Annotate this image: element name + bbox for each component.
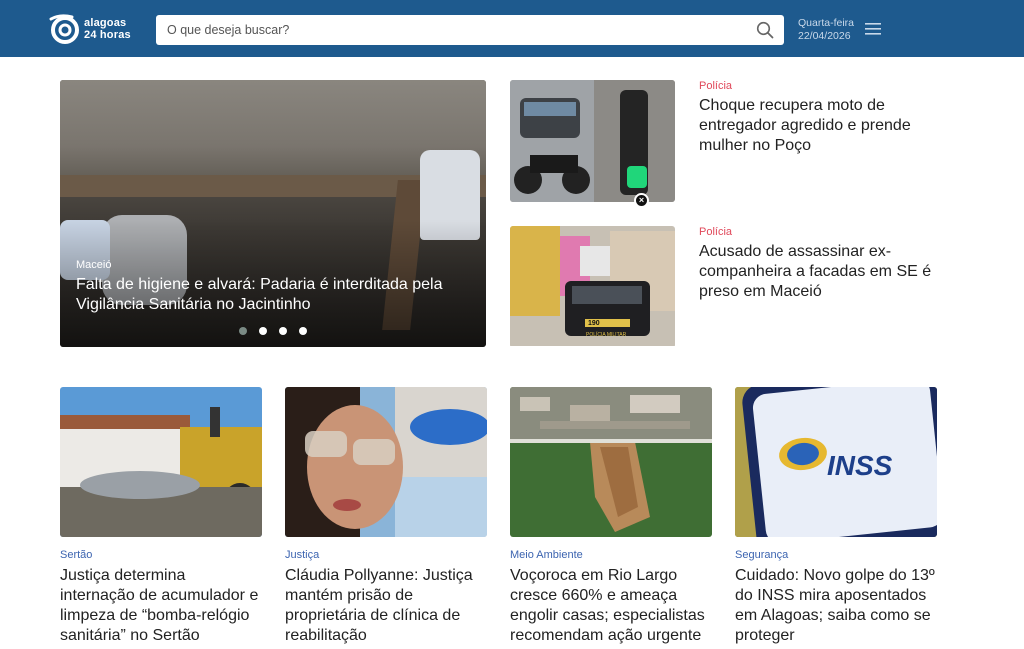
news-card-image[interactable] — [60, 387, 262, 537]
search-bar — [156, 15, 784, 45]
carousel-dot-4[interactable] — [299, 327, 307, 335]
news-card-image[interactable] — [510, 387, 712, 537]
news-card-category[interactable]: Segurança — [735, 549, 937, 561]
hero-category[interactable]: Maceió — [76, 259, 111, 271]
side-news-image[interactable] — [510, 80, 675, 202]
side-news-item[interactable]: 190 POLÍCIA MILITAR Polícia Acusado de a… — [510, 226, 940, 348]
side-news-category[interactable]: Polícia — [699, 80, 732, 92]
logo-line-1: alagoas — [84, 17, 127, 29]
police-car-label: POLÍCIA MILITAR — [586, 331, 627, 338]
carousel-dot-3[interactable] — [279, 327, 287, 335]
inss-logo-text: INSS — [827, 450, 893, 481]
news-card-category[interactable]: Justiça — [285, 549, 487, 561]
search-input[interactable] — [156, 15, 746, 45]
hamburger-menu-icon[interactable] — [865, 23, 881, 35]
side-news-image[interactable]: 190 POLÍCIA MILITAR — [510, 226, 675, 348]
news-card[interactable]: Justiça Cláudia Pollyanne: Justiça manté… — [285, 387, 487, 646]
carousel-dot-1[interactable] — [239, 327, 247, 335]
current-date: Quarta-feira 22/04/2026 — [798, 17, 854, 43]
weekday-label: Quarta-feira — [798, 17, 855, 29]
erosion-aerial-photo — [510, 387, 712, 537]
news-card-headline[interactable]: Voçoroca em Rio Largo cresce 660% e amea… — [510, 566, 712, 646]
logo-line-2: 24 horas — [84, 29, 131, 41]
side-news-headline[interactable]: Choque recupera moto de entregador agred… — [699, 96, 944, 156]
site-header: alagoas 24 horas Quarta-feira 22/04/2026 — [0, 0, 1024, 57]
search-icon[interactable] — [756, 21, 774, 39]
garbage-cleanup-photo — [60, 387, 262, 537]
side-news-headline[interactable]: Acusado de assassinar ex-companheira a f… — [699, 242, 944, 302]
side-news-item[interactable]: Polícia Choque recupera moto de entregad… — [510, 80, 940, 202]
news-card[interactable]: Meio Ambiente Voçoroca em Rio Largo cres… — [510, 387, 712, 646]
date-label: 22/04/2026 — [798, 30, 851, 42]
woman-portrait-photo — [285, 387, 487, 537]
police-car-number: 190 — [588, 320, 600, 327]
carousel-dots — [239, 327, 307, 335]
news-card-category[interactable]: Sertão — [60, 549, 262, 561]
inss-phone-photo: INSS — [735, 387, 937, 537]
news-card[interactable]: INSS Segurança Cuidado: Novo golpe do 13… — [735, 387, 937, 646]
hero-headline[interactable]: Falta de higiene e alvará: Padaria é int… — [76, 275, 471, 315]
news-card[interactable]: Sertão Justiça determina internação de a… — [60, 387, 262, 646]
side-news-category[interactable]: Polícia — [699, 226, 732, 238]
news-card-image[interactable] — [285, 387, 487, 537]
site-logo[interactable]: alagoas 24 horas — [48, 13, 148, 45]
police-motorcycle-photo — [510, 80, 675, 202]
logo-text: alagoas 24 horas — [84, 17, 131, 41]
news-card-headline[interactable]: Cláudia Pollyanne: Justiça mantém prisão… — [285, 566, 487, 646]
police-car-photo: 190 POLÍCIA MILITAR — [510, 226, 675, 346]
news-card-image[interactable]: INSS — [735, 387, 937, 537]
logo-swirl-icon — [49, 14, 79, 44]
carousel-dot-2[interactable] — [259, 327, 267, 335]
news-card-headline[interactable]: Cuidado: Novo golpe do 13º do INSS mira … — [735, 566, 937, 646]
featured-carousel[interactable]: Maceió Falta de higiene e alvará: Padari… — [60, 80, 486, 347]
news-card-headline[interactable]: Justiça determina internação de acumulad… — [60, 566, 262, 646]
news-card-category[interactable]: Meio Ambiente — [510, 549, 712, 561]
close-icon[interactable]: × — [634, 193, 649, 208]
